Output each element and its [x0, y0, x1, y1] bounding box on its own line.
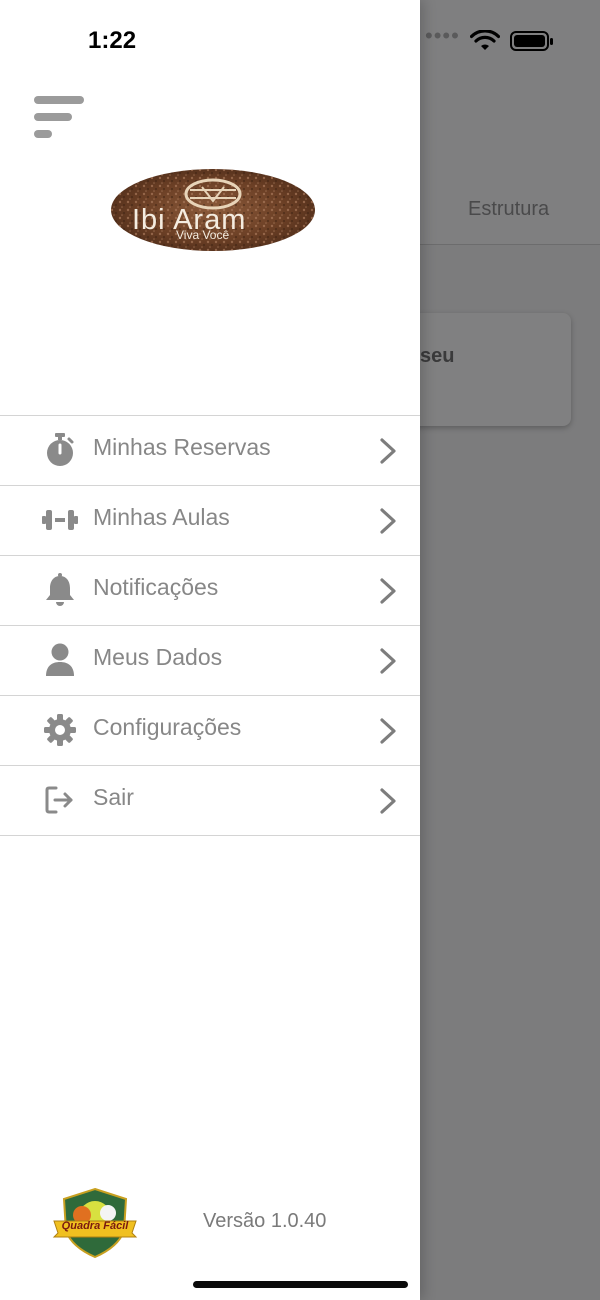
quadra-facil-logo: Quadra Fácil: [52, 1187, 138, 1259]
user-icon: [42, 642, 78, 678]
wifi-icon: [469, 30, 500, 50]
logout-icon: [42, 782, 78, 818]
menu-toggle-button[interactable]: [34, 96, 86, 140]
menu-item-sair[interactable]: Sair: [0, 766, 420, 836]
chevron-right-icon: [376, 646, 400, 676]
footer-brand: Quadra Fácil: [61, 1220, 129, 1232]
menu-item-label: Minhas Reservas: [93, 434, 271, 460]
menu-line-icon: [34, 113, 72, 121]
menu-item-label: Configurações: [93, 714, 242, 740]
menu-item-notificacoes[interactable]: Notificações: [0, 556, 420, 626]
side-drawer: 1:22 Ibi Aram Viva Você Minhas Reservas …: [0, 0, 420, 1300]
drawer-menu: Minhas Reservas Minhas Aulas Notificaçõe…: [0, 415, 420, 836]
menu-item-configuracoes[interactable]: Configurações: [0, 696, 420, 766]
club-logo: Ibi Aram Viva Você: [110, 168, 316, 252]
app-version: Versão 1.0.40: [203, 1210, 327, 1232]
menu-item-label: Sair: [93, 784, 134, 810]
signal-icon: ••••: [425, 23, 460, 48]
chevron-right-icon: [376, 786, 400, 816]
menu-line-icon: [34, 96, 84, 104]
status-indicators: ••••: [425, 23, 554, 54]
home-indicator[interactable]: [193, 1281, 408, 1288]
background-card: [400, 313, 571, 426]
menu-item-minhas-aulas[interactable]: Minhas Aulas: [0, 486, 420, 556]
menu-item-label: Meus Dados: [93, 644, 223, 670]
menu-item-minhas-reservas[interactable]: Minhas Reservas: [0, 416, 420, 486]
battery-icon: [509, 31, 553, 51]
status-time: 1:22: [88, 27, 137, 54]
chevron-right-icon: [376, 506, 400, 536]
stopwatch-icon: [42, 432, 78, 468]
chevron-right-icon: [376, 716, 400, 746]
bell-icon: [42, 572, 78, 608]
background-tab-estrutura: Estrutura: [468, 198, 550, 220]
dumbbell-icon: [42, 502, 78, 538]
chevron-right-icon: [376, 436, 400, 466]
background-card-text: seu: [420, 345, 455, 367]
menu-line-icon: [34, 130, 52, 138]
gear-icon: [42, 712, 78, 748]
chevron-right-icon: [376, 576, 400, 606]
menu-item-meus-dados[interactable]: Meus Dados: [0, 626, 420, 696]
logo-subtitle: Viva Você: [176, 228, 230, 242]
menu-item-label: Minhas Aulas: [93, 504, 230, 530]
menu-item-label: Notificações: [93, 574, 219, 600]
